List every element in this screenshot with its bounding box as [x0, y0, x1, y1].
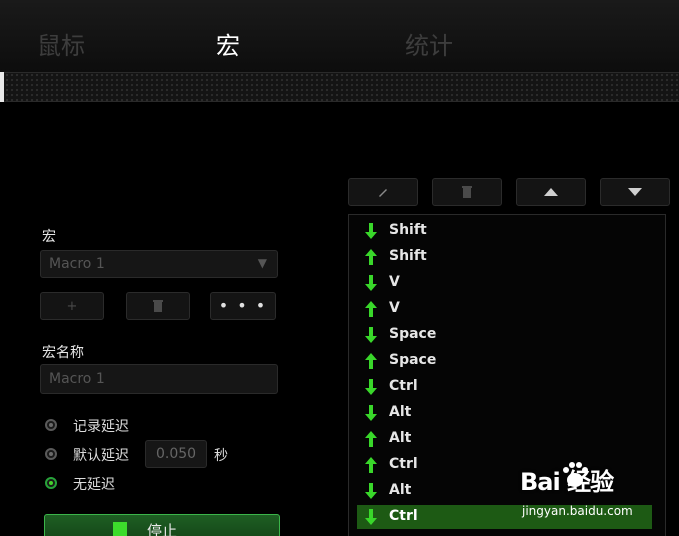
- more-options-button[interactable]: • • •: [210, 292, 276, 320]
- event-key: Space: [389, 352, 437, 368]
- event-key: Ctrl: [389, 508, 418, 524]
- arrow-up-icon: [365, 353, 377, 369]
- macro-label: 宏: [42, 229, 56, 245]
- tab-mouse[interactable]: 鼠标: [37, 30, 85, 62]
- plus-icon: +: [66, 298, 78, 314]
- delete-icon: [462, 186, 472, 198]
- no-delay-label: 无延迟: [73, 477, 115, 493]
- macro-select[interactable]: Macro 1 ▼: [40, 250, 278, 278]
- arrow-down-icon: [365, 379, 377, 395]
- add-macro-button[interactable]: +: [40, 292, 104, 320]
- default-delay-field[interactable]: 0.050: [145, 440, 207, 468]
- macro-name-value: Macro 1: [49, 371, 105, 387]
- list-item[interactable]: Shift: [357, 245, 652, 269]
- edit-icon: [379, 189, 387, 197]
- macro-name-label: 宏名称: [42, 345, 84, 361]
- watermark-url: jingyan.baidu.com: [522, 504, 633, 518]
- texture-divider: [0, 72, 679, 102]
- record-delay-label: 记录延迟: [73, 419, 129, 435]
- event-key: Space: [389, 326, 437, 342]
- list-item[interactable]: Ctrl: [357, 375, 652, 399]
- list-item[interactable]: Alt: [357, 427, 652, 451]
- arrow-up-icon: [365, 431, 377, 447]
- move-down-button[interactable]: [600, 178, 670, 206]
- tab-macro[interactable]: 宏: [216, 30, 240, 62]
- list-item[interactable]: Space: [357, 323, 652, 347]
- list-item[interactable]: V: [357, 297, 652, 321]
- event-key: Alt: [389, 430, 412, 446]
- event-key: Alt: [389, 482, 412, 498]
- default-delay-label: 默认延迟: [73, 448, 129, 464]
- list-item[interactable]: Space: [357, 349, 652, 373]
- move-up-icon: [544, 188, 558, 196]
- chevron-down-icon: ▼: [257, 256, 267, 270]
- default-delay-value: 0.050: [156, 446, 197, 462]
- stop-label: 停止: [147, 522, 178, 536]
- seconds-label: 秒: [214, 448, 228, 464]
- arrow-down-icon: [365, 223, 377, 239]
- arrow-down-icon: [365, 275, 377, 291]
- list-item[interactable]: Shift: [357, 219, 652, 243]
- arrow-down-icon: [365, 509, 377, 525]
- move-down-icon: [628, 188, 642, 196]
- tab-bar: 鼠标 宏 统计: [0, 0, 679, 72]
- stop-button[interactable]: 停止: [44, 514, 280, 536]
- trash-icon: [153, 300, 163, 312]
- arrow-down-icon: [365, 483, 377, 499]
- arrow-down-icon: [365, 327, 377, 343]
- arrow-down-icon: [365, 405, 377, 421]
- event-key: V: [389, 274, 400, 290]
- edit-event-button[interactable]: [348, 178, 418, 206]
- more-icon: • • •: [218, 296, 268, 315]
- divider-accent: [0, 72, 4, 102]
- event-key: Shift: [389, 248, 427, 264]
- move-up-button[interactable]: [516, 178, 586, 206]
- arrow-up-icon: [365, 249, 377, 265]
- paw-icon: [563, 462, 588, 487]
- record-delay-radio[interactable]: [45, 419, 57, 431]
- list-item[interactable]: Alt: [357, 401, 652, 425]
- default-delay-radio[interactable]: [45, 448, 57, 460]
- macro-name-field[interactable]: Macro 1: [40, 364, 278, 394]
- event-key: Ctrl: [389, 456, 418, 472]
- list-item[interactable]: V: [357, 271, 652, 295]
- stop-icon: [113, 522, 127, 536]
- arrow-up-icon: [365, 457, 377, 473]
- event-key: Ctrl: [389, 378, 418, 394]
- arrow-up-icon: [365, 301, 377, 317]
- macro-select-value: Macro 1: [49, 256, 105, 272]
- baidu-watermark: Bai 经验 jingyan.baidu.com: [520, 462, 660, 522]
- event-key: Alt: [389, 404, 412, 420]
- event-key: V: [389, 300, 400, 316]
- event-key: Shift: [389, 222, 427, 238]
- delete-event-button[interactable]: [432, 178, 502, 206]
- delete-macro-button[interactable]: [126, 292, 190, 320]
- no-delay-radio[interactable]: [45, 477, 57, 489]
- tab-stats[interactable]: 统计: [405, 30, 453, 62]
